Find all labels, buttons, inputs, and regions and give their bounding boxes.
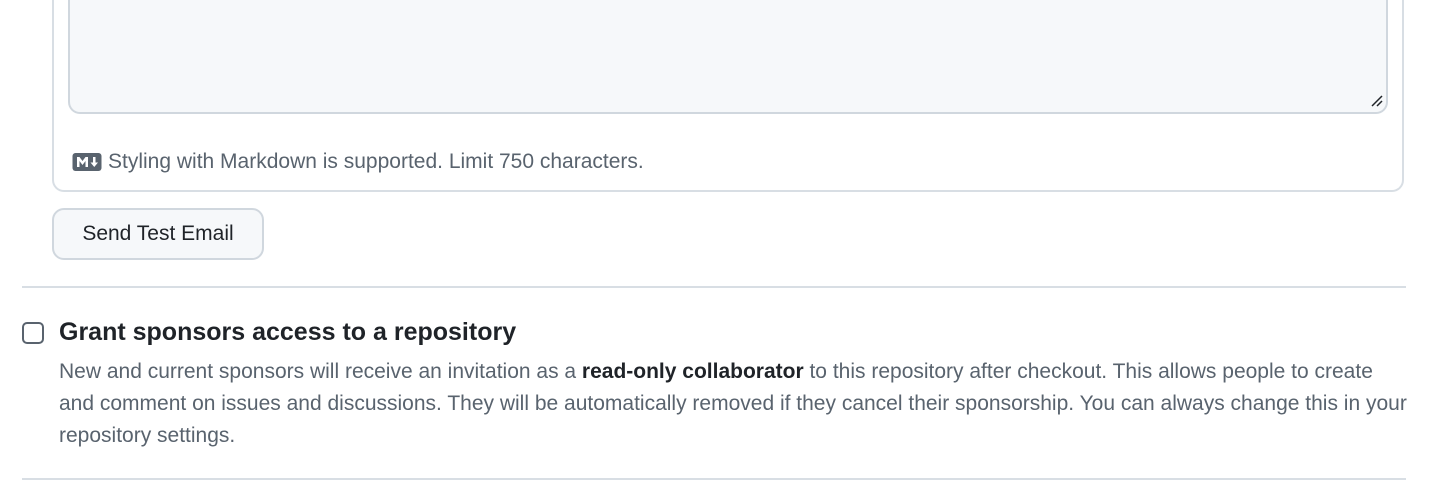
sponsors-settings-page: Styling with Markdown is supported. Limi… [0,0,1434,504]
markdown-note: Styling with Markdown is supported. Limi… [72,150,644,174]
section-divider [22,286,1406,288]
markdown-note-text: Styling with Markdown is supported. Limi… [108,150,644,173]
description-part-1: New and current sponsors will receive an… [59,360,582,383]
grant-access-checkbox[interactable] [22,322,44,344]
resize-handle-icon[interactable] [1368,92,1384,108]
section-divider-bottom [22,478,1406,480]
message-textarea[interactable] [68,0,1388,114]
message-editor-card: Styling with Markdown is supported. Limi… [52,0,1404,192]
grant-access-description: New and current sponsors will receive an… [59,356,1409,452]
grant-access-title[interactable]: Grant sponsors access to a repository [59,318,516,347]
send-test-email-button[interactable]: Send Test Email [52,208,264,260]
markdown-icon [72,153,102,171]
description-bold: read-only collaborator [581,360,804,383]
